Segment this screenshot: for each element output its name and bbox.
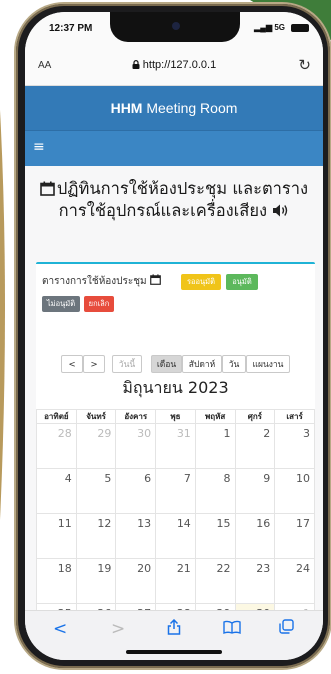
app-header: HHM Meeting Room [25,86,323,130]
prev-month-button[interactable]: < [61,355,83,373]
page-title: ปฏิทินการใช้ห้องประชุม และตารางการใช้อุป… [33,178,315,222]
day-cell[interactable]: 13 [115,513,157,559]
day-cell[interactable]: 28 [36,423,77,469]
day-cell[interactable]: 17 [274,513,315,559]
day-cell[interactable]: 24 [274,558,315,604]
week-row: 28 29 30 31 1 2 3 [36,423,315,469]
day-cell[interactable]: 14 [155,513,196,559]
badge-pending: รออนุมัติ [181,274,221,290]
day-cell[interactable]: 21 [155,558,196,604]
camera-notch [110,12,240,42]
weekday-header: อาทิตย์ จันทร์ อังคาร พุธ พฤหัส ศุกร์ เส… [36,409,315,424]
badge-cancelled: ยกเลิก [84,296,114,312]
week-row: 11 12 13 14 15 16 17 [36,513,315,559]
card-title-text: ตารางการใช้ห้องประชุม [42,276,147,287]
month-title: มิถุนายน 2023 [122,378,229,397]
day-cell[interactable]: 5 [75,468,117,514]
page-title-text: ปฏิทินการใช้ห้องประชุม และตารางการใช้อุป… [56,179,309,220]
status-time: 12:37 PM [49,23,93,34]
badge-approved: อนุมัติ [226,274,258,290]
day-cell[interactable]: 11 [36,513,77,559]
tabs-icon[interactable] [279,619,294,639]
home-indicator [126,650,222,654]
brand-rest: Meeting Room [142,100,238,116]
nav-bar: ≡ [25,130,323,166]
day-cell[interactable]: 30 [115,423,157,469]
url-text: http://127.0.0.1 [142,59,217,71]
forward-button[interactable]: > [111,619,125,639]
browser-address-bar[interactable]: AA http://127.0.0.1 ↻ [25,48,323,86]
url-field[interactable]: http://127.0.0.1 [25,59,323,71]
day-cell[interactable]: 2 [234,423,276,469]
brand-bold: HHM [110,100,143,116]
phone-screen: 12:37 PM ▂▄▆ 5G AA http://127.0.0.1 ↻ HH… [25,12,323,660]
day-cell[interactable]: 9 [234,468,276,514]
day-cell[interactable]: 19 [75,558,117,604]
day-cell[interactable]: 22 [194,558,236,604]
day-cell[interactable]: 4 [36,468,77,514]
reload-icon[interactable]: ↻ [298,56,311,74]
weekday-label: จันทร์ [75,409,117,424]
weekday-label: อังคาร [115,409,157,424]
calendar-icon [149,274,161,285]
day-cell[interactable]: 29 [75,423,117,469]
day-cell[interactable]: 12 [75,513,117,559]
lock-icon [132,60,140,69]
calendar-card: ตารางการใช้ห้องประชุม รออนุมัติ อนุมัติ … [36,262,315,649]
hamburger-icon[interactable]: ≡ [33,139,45,155]
day-cell[interactable]: 10 [274,468,315,514]
weekday-label: เสาร์ [274,409,315,424]
calendar-icon [40,181,55,196]
battery-icon [291,24,309,32]
next-month-button[interactable]: > [83,355,105,373]
day-cell[interactable]: 16 [234,513,276,559]
weekday-label: ศุกร์ [234,409,276,424]
day-cell[interactable]: 7 [155,468,196,514]
day-cell[interactable]: 1 [194,423,236,469]
view-month-button[interactable]: เดือน [151,355,182,373]
book-icon[interactable] [223,619,241,639]
camera-icon [172,22,180,30]
day-cell[interactable]: 23 [234,558,276,604]
back-button[interactable]: < [53,619,67,639]
weekday-label: อาทิตย์ [36,409,77,424]
day-cell[interactable]: 18 [36,558,77,604]
view-day-button[interactable]: วัน [222,355,246,373]
day-cell[interactable]: 31 [155,423,196,469]
weekday-label: พุธ [155,409,196,424]
week-row: 4 5 6 7 8 9 10 [36,468,315,514]
card-title: ตารางการใช้ห้องประชุม [42,274,161,289]
day-cell[interactable]: 20 [115,558,157,604]
day-cell[interactable]: 6 [115,468,157,514]
status-bar: 12:37 PM ▂▄▆ 5G [25,12,323,48]
today-button[interactable]: วันนี้ [112,355,142,373]
view-agenda-button[interactable]: แผนงาน [246,355,290,373]
badge-rejected: ไม่อนุมัติ [42,296,80,312]
share-icon[interactable] [167,618,181,640]
day-cell[interactable]: 3 [274,423,315,469]
week-row: 18 19 20 21 22 23 24 [36,558,315,604]
speaker-icon [273,204,288,217]
day-cell[interactable]: 15 [194,513,236,559]
view-week-button[interactable]: สัปดาห์ [182,355,222,373]
day-cell[interactable]: 8 [194,468,236,514]
weekday-label: พฤหัส [194,409,236,424]
network-label: ▂▄▆ 5G [254,23,285,32]
